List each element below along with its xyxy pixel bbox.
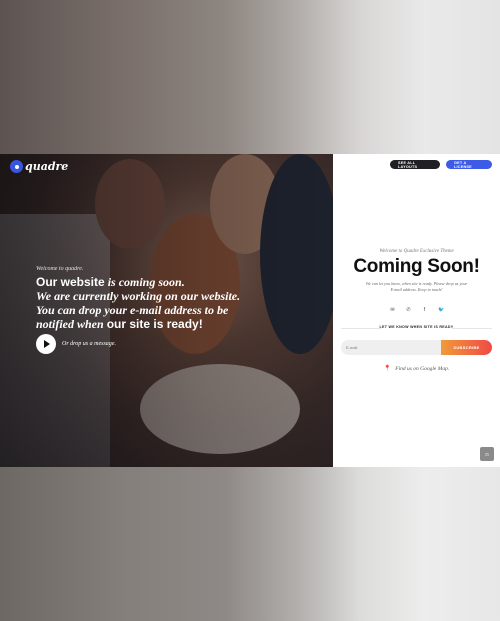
headline-line: Our website is coming soon. [36,275,256,289]
subscribe-form: E-mail SUBSCRIBE [341,340,492,355]
corner-toggle-icon[interactable]: ⊡ [480,447,494,461]
page-screenshot: quadre Welcome to quadre. Our website is… [0,154,500,467]
hero-headline: Our website is coming soon. We are curre… [36,275,256,331]
headline-strong: Our website [36,275,105,289]
hero-intro: Welcome to quadre. Our website is coming… [36,266,256,331]
headline-line: notified when our site is ready! [36,317,256,331]
headline-italic: is coming soon. [104,275,185,289]
divider-right [452,328,492,329]
coming-soon-panel: SEE ALL LAYOUTS GET A LICENSE Welcome to… [333,154,500,467]
headline-line: We are currently working on our website. [36,289,256,303]
top-buttons: SEE ALL LAYOUTS GET A LICENSE [390,160,492,169]
blurred-background-top [0,0,500,154]
headline-italic: We are currently working on our website. [36,289,241,303]
logo[interactable]: quadre [10,160,68,173]
panel-welcome: Welcome to Quadre Exclusive Theme [379,249,454,254]
headline-line: You can drop your e-mail address to be [36,303,256,317]
map-link-row[interactable]: 📍 Find us on Google Map. [333,365,500,373]
hero-welcome: Welcome to quadre. [36,266,84,272]
play-label[interactable]: Or drop us a message. [62,341,116,347]
social-icons: ✉ ✆ f 🐦 [333,307,500,313]
subscribe-button[interactable]: SUBSCRIBE [441,340,492,355]
hero-photo-section: quadre Welcome to quadre. Our website is… [0,154,333,467]
see-all-layouts-button[interactable]: SEE ALL LAYOUTS [390,160,440,169]
facebook-icon[interactable]: f [422,307,427,313]
twitter-icon[interactable]: 🐦 [438,307,444,313]
email-field[interactable]: E-mail [341,340,441,355]
get-license-button[interactable]: GET A LICENSE [446,160,492,169]
play-icon[interactable] [36,334,56,354]
logo-text: quadre [25,160,69,173]
panel-description: We can let you know, when site is ready.… [333,281,500,293]
description-line: E-mail address. Keep in touch! [390,287,443,292]
logo-mark-icon [10,160,23,173]
map-pin-icon: 📍 [383,366,392,372]
map-link[interactable]: Find us on Google Map. [395,366,449,372]
headline-italic: You can drop your e-mail address to be [36,303,229,317]
headline-strong: our site is ready! [106,317,203,331]
play-message-row[interactable]: Or drop us a message. [36,334,116,354]
headline-italic: notified when [36,317,107,331]
mail-icon[interactable]: ✉ [390,307,395,313]
blurred-background-bottom [0,467,500,621]
page-title: Coming Soon! [353,256,480,277]
phone-icon[interactable]: ✆ [406,307,411,313]
